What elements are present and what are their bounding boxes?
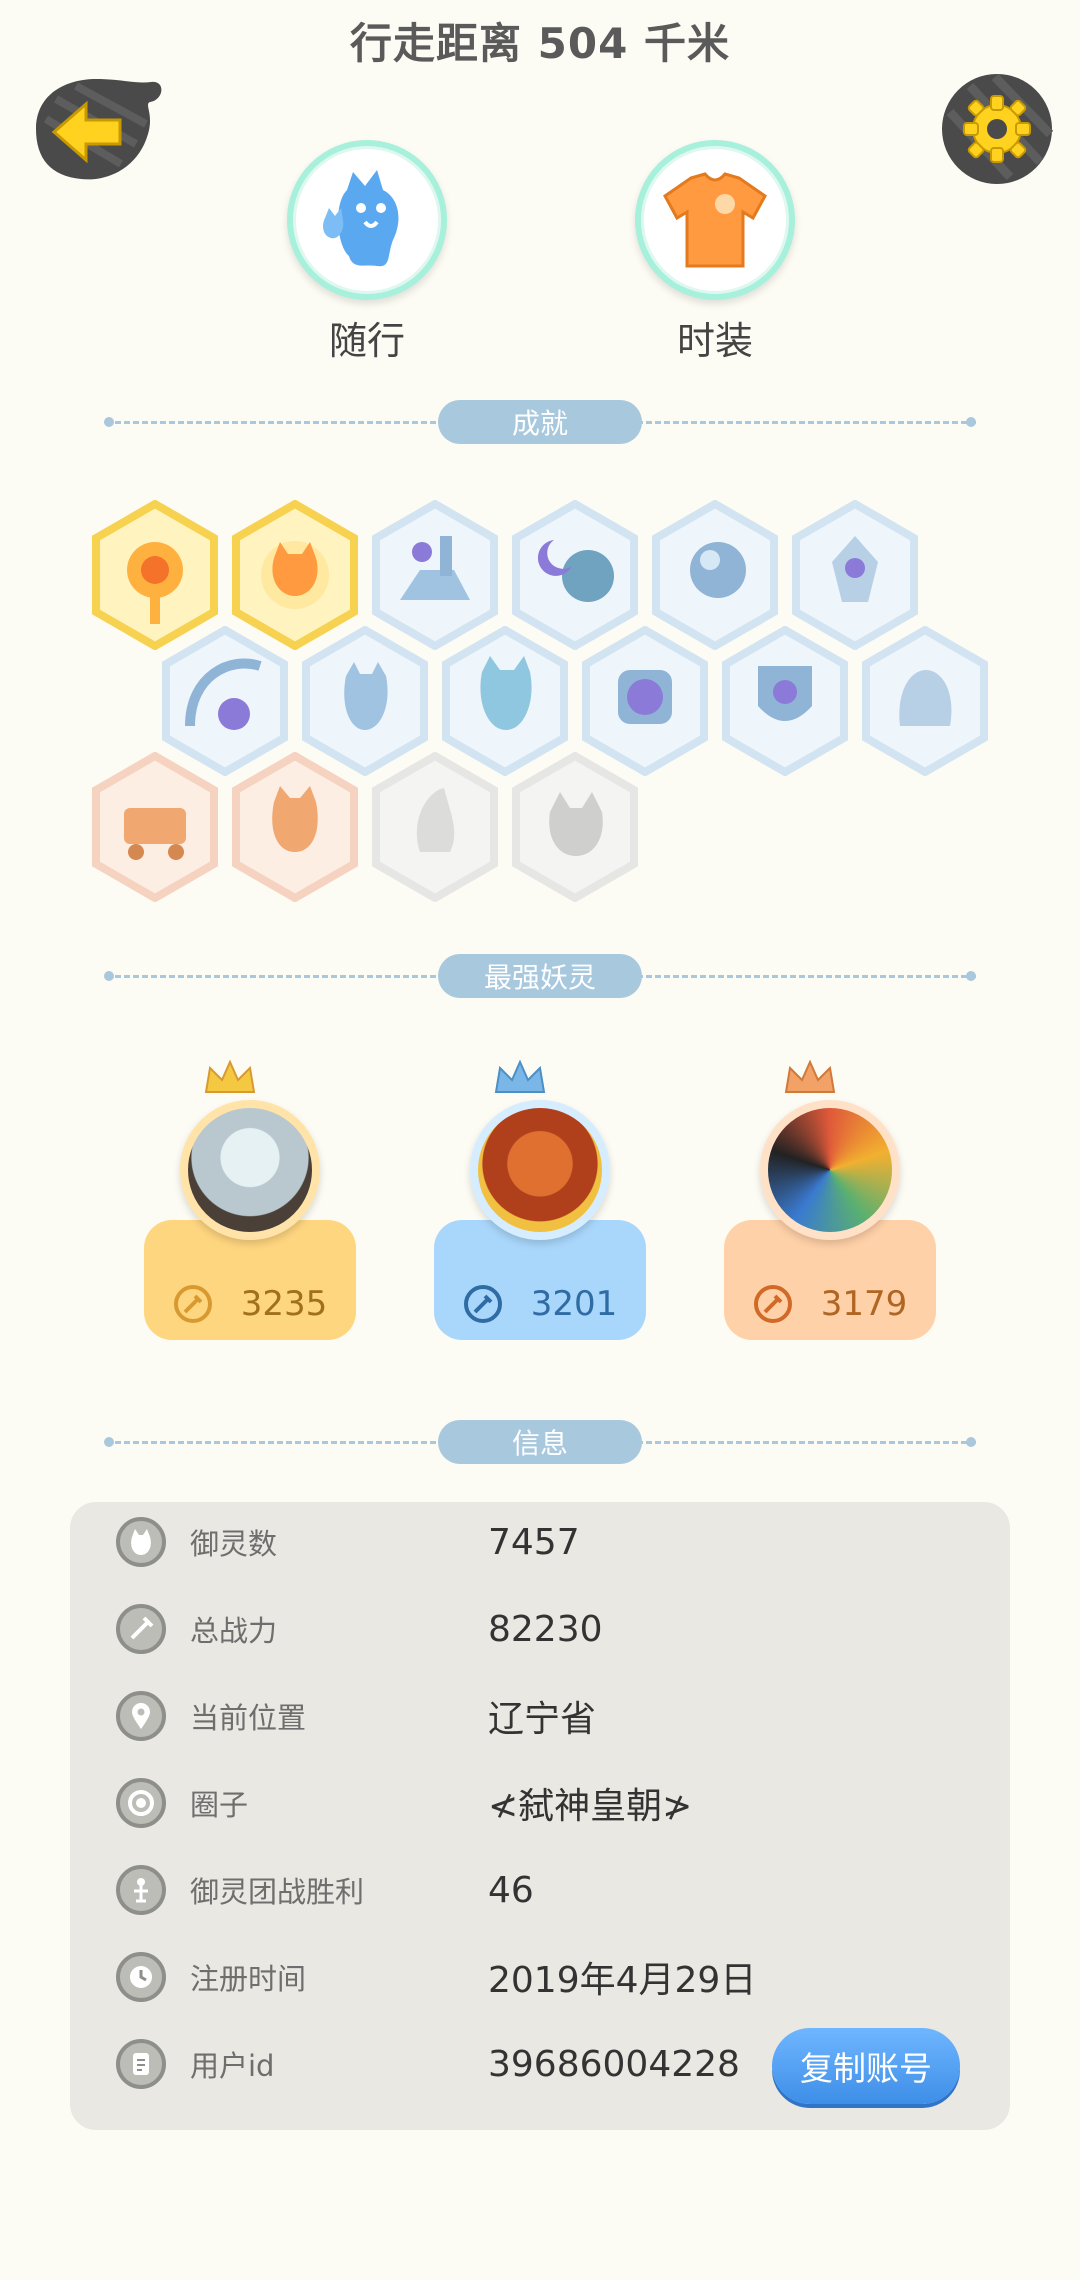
spirit-avatar-3 <box>760 1100 900 1240</box>
info-label: 御灵数 <box>190 1527 278 1561</box>
spirit-avatar-1 <box>180 1100 320 1240</box>
info-label: 御灵团战胜利 <box>190 1875 365 1909</box>
demon-badge-icon[interactable] <box>230 752 360 902</box>
fashion-label: 时装 <box>676 319 753 363</box>
creature-badge-icon[interactable] <box>860 626 990 776</box>
locked-wolf-badge-icon[interactable] <box>510 752 640 902</box>
info-row-spirit-count: 御灵数 7457 <box>116 1512 976 1572</box>
info-label: 总战力 <box>190 1614 278 1648</box>
cart-badge-icon[interactable] <box>90 752 220 902</box>
info-value: 2019年4月29日 <box>488 1960 757 2001</box>
back-arrow-icon <box>36 79 162 180</box>
info-value: 82230 <box>488 1608 603 1650</box>
info-row-location: 当前位置 辽宁省 <box>116 1686 976 1746</box>
circle-icon <box>116 1778 166 1828</box>
strongest-header: 最强妖灵 <box>438 954 642 998</box>
divider-dot <box>104 1437 114 1447</box>
shield-badge-icon[interactable] <box>720 626 850 776</box>
settings-button[interactable] <box>940 72 1054 186</box>
locked-dragon-badge-icon[interactable] <box>370 752 500 902</box>
sword-icon <box>463 1285 502 1323</box>
info-value: 辽宁省 <box>488 1699 597 1740</box>
sword-icon <box>753 1285 792 1323</box>
fashion-button[interactable]: 时装 <box>630 140 800 380</box>
sword-icon <box>173 1285 212 1323</box>
info-value: 7457 <box>488 1521 580 1563</box>
info-value: ≮弑神皇朝≯ <box>488 1786 693 1827</box>
follow-button[interactable]: 随行 <box>282 140 452 380</box>
achievements-header: 成就 <box>438 400 642 444</box>
follow-label: 随行 <box>328 319 405 363</box>
divider-dot <box>966 971 976 981</box>
info-label: 注册时间 <box>190 1962 307 1996</box>
copy-account-button[interactable]: 复制账号 <box>772 2028 960 2104</box>
fashion-avatar <box>635 140 795 300</box>
spirit-card-2[interactable]: 3201 <box>434 1100 646 1340</box>
back-button[interactable] <box>26 74 166 184</box>
spirit-power: 3235 <box>240 1284 328 1324</box>
divider-dot <box>104 417 114 427</box>
spirit-power: 3201 <box>530 1284 618 1324</box>
info-row-register-date: 注册时间 2019年4月29日 <box>116 1947 976 2007</box>
id-icon <box>116 2039 166 2089</box>
sword-icon <box>116 1604 166 1654</box>
crown-blue-icon <box>494 1059 546 1093</box>
info-label: 当前位置 <box>190 1701 307 1735</box>
spirit-card-3[interactable]: 3179 <box>724 1100 936 1340</box>
spirit-power: 3179 <box>820 1284 908 1324</box>
follow-avatar <box>287 140 447 300</box>
divider-dot <box>966 1437 976 1447</box>
info-row-circle: 圈子 ≮弑神皇朝≯ <box>116 1773 976 1833</box>
divider-dot <box>966 417 976 427</box>
gear-icon <box>942 73 1054 184</box>
info-label: 圈子 <box>190 1788 249 1822</box>
divider-dot <box>104 971 114 981</box>
info-header: 信息 <box>438 1420 642 1464</box>
ghost-pet-icon <box>323 170 399 267</box>
spirit-card-1[interactable]: 3235 <box>144 1100 356 1340</box>
info-value: 46 <box>488 1869 534 1911</box>
location-icon <box>116 1691 166 1741</box>
clock-icon <box>116 1952 166 2002</box>
page-title: 行走距离 504 千米 <box>350 19 730 68</box>
trophy-icon <box>116 1865 166 1915</box>
info-value: 39686004228 <box>488 2043 740 2085</box>
tshirt-icon <box>663 172 767 268</box>
crown-bronze-icon <box>784 1059 836 1093</box>
info-row-team-wins: 御灵团战胜利 46 <box>116 1860 976 1920</box>
crown-gold-icon <box>204 1059 256 1093</box>
info-row-total-power: 总战力 82230 <box>116 1599 976 1659</box>
spirit-avatar-2 <box>470 1100 610 1240</box>
info-label: 用户id <box>190 2049 275 2083</box>
spirit-icon <box>116 1517 166 1567</box>
